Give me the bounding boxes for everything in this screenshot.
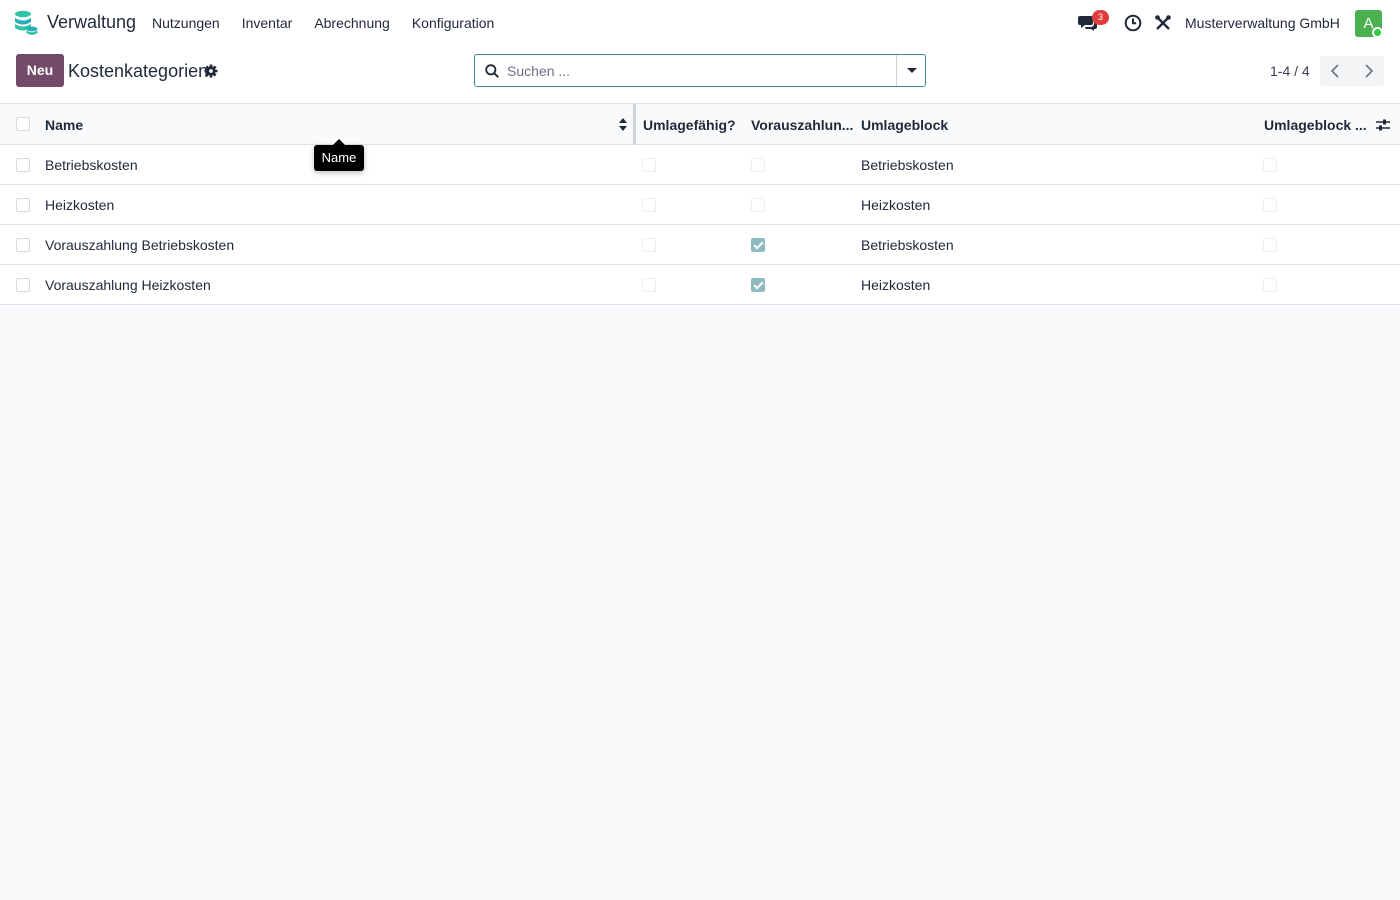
main-menu: Nutzungen Inventar Abrechnung Konfigurat… — [141, 0, 505, 46]
cell-umlageblock-2-checkbox — [1263, 278, 1277, 292]
table-row[interactable]: Betriebskosten Betriebskosten — [0, 145, 1400, 185]
row-select-checkbox[interactable] — [16, 238, 30, 252]
select-all-checkbox[interactable] — [16, 117, 30, 131]
optional-columns-icon[interactable] — [1375, 118, 1391, 132]
table-row[interactable]: Heizkosten Heizkosten — [0, 185, 1400, 225]
page-title: Kostenkategorien — [68, 61, 209, 81]
database-stack-icon[interactable] — [14, 10, 38, 36]
cell-name: Vorauszahlung Betriebskosten — [45, 237, 235, 253]
column-header-umlageblock-2[interactable]: Umlageblock ... — [1264, 117, 1367, 133]
cell-name: Vorauszahlung Heizkosten — [45, 277, 211, 293]
column-header-umlageblock[interactable]: Umlageblock — [861, 117, 948, 133]
search-input[interactable] — [507, 61, 887, 81]
cell-vorauszahlung-checkbox — [751, 278, 765, 292]
menu-item-inventar[interactable]: Inventar — [231, 0, 304, 46]
pager-previous-button[interactable] — [1320, 56, 1352, 86]
column-header-vorauszahlung[interactable]: Vorauszahlun... — [751, 117, 853, 133]
column-header-name[interactable]: Name — [45, 117, 83, 133]
cell-umlageblock: Heizkosten — [861, 277, 931, 293]
clock-icon[interactable] — [1124, 14, 1142, 32]
cell-vorauszahlung-checkbox — [751, 198, 765, 212]
pager-next-button[interactable] — [1352, 56, 1384, 86]
search-options-toggle[interactable] — [896, 55, 925, 86]
cell-name: Betriebskosten — [45, 157, 138, 173]
cell-umlageblock: Betriebskosten — [861, 157, 954, 173]
cell-umlageblock: Heizkosten — [861, 197, 931, 213]
chevron-left-icon — [1330, 64, 1339, 78]
online-status-dot — [1372, 27, 1383, 38]
row-select-checkbox[interactable] — [16, 158, 30, 172]
list-table: Name Umlagefähig? Vorauszahlun... Umlage… — [0, 104, 1400, 305]
cell-vorauszahlung-checkbox — [751, 238, 765, 252]
cell-umlagefaehig-checkbox — [642, 238, 656, 252]
cell-umlageblock: Betriebskosten — [861, 237, 954, 253]
chevron-right-icon — [1365, 64, 1374, 78]
column-resize-handle[interactable] — [633, 104, 636, 145]
new-button[interactable]: Neu — [16, 54, 64, 87]
table-header: Name Umlagefähig? Vorauszahlun... Umlage… — [0, 104, 1400, 145]
cell-umlagefaehig-checkbox — [642, 158, 656, 172]
table-row[interactable]: Vorauszahlung Betriebskosten Betriebskost… — [0, 225, 1400, 265]
menu-item-nutzungen[interactable]: Nutzungen — [141, 0, 231, 46]
row-select-checkbox[interactable] — [16, 198, 30, 212]
cell-umlageblock-2-checkbox — [1263, 198, 1277, 212]
menu-item-abrechnung[interactable]: Abrechnung — [303, 0, 401, 46]
search-icon — [485, 64, 499, 78]
tooltip: Name — [314, 139, 364, 171]
search-bar — [474, 54, 926, 87]
company-switcher[interactable]: Musterverwaltung GmbH — [1185, 15, 1340, 31]
gear-icon[interactable] — [204, 64, 218, 78]
menu-item-konfiguration[interactable]: Konfiguration — [401, 0, 506, 46]
column-header-umlagefaehig[interactable]: Umlagefähig? — [643, 117, 736, 133]
cell-umlagefaehig-checkbox — [642, 278, 656, 292]
caret-down-icon — [907, 68, 917, 73]
pager-value[interactable]: 1-4 / 4 — [1270, 63, 1310, 79]
cell-vorauszahlung-checkbox — [751, 158, 765, 172]
sort-icon[interactable] — [618, 118, 628, 131]
cell-umlageblock-2-checkbox — [1263, 158, 1277, 172]
cell-umlagefaehig-checkbox — [642, 198, 656, 212]
top-navbar: Verwaltung Nutzungen Inventar Abrechnung… — [0, 0, 1400, 46]
table-row[interactable]: Vorauszahlung Heizkosten Heizkosten — [0, 265, 1400, 305]
table-body: Betriebskosten Betriebskosten Heizkosten He… — [0, 145, 1400, 305]
control-panel: Neu Kostenkategorien 1-4 / 4 — [0, 46, 1400, 104]
row-select-checkbox[interactable] — [16, 278, 30, 292]
chat-badge: 3 — [1092, 10, 1109, 25]
tools-icon[interactable] — [1154, 14, 1172, 32]
cell-umlageblock-2-checkbox — [1263, 238, 1277, 252]
app-name[interactable]: Verwaltung — [47, 12, 136, 33]
cell-name: Heizkosten — [45, 197, 115, 213]
